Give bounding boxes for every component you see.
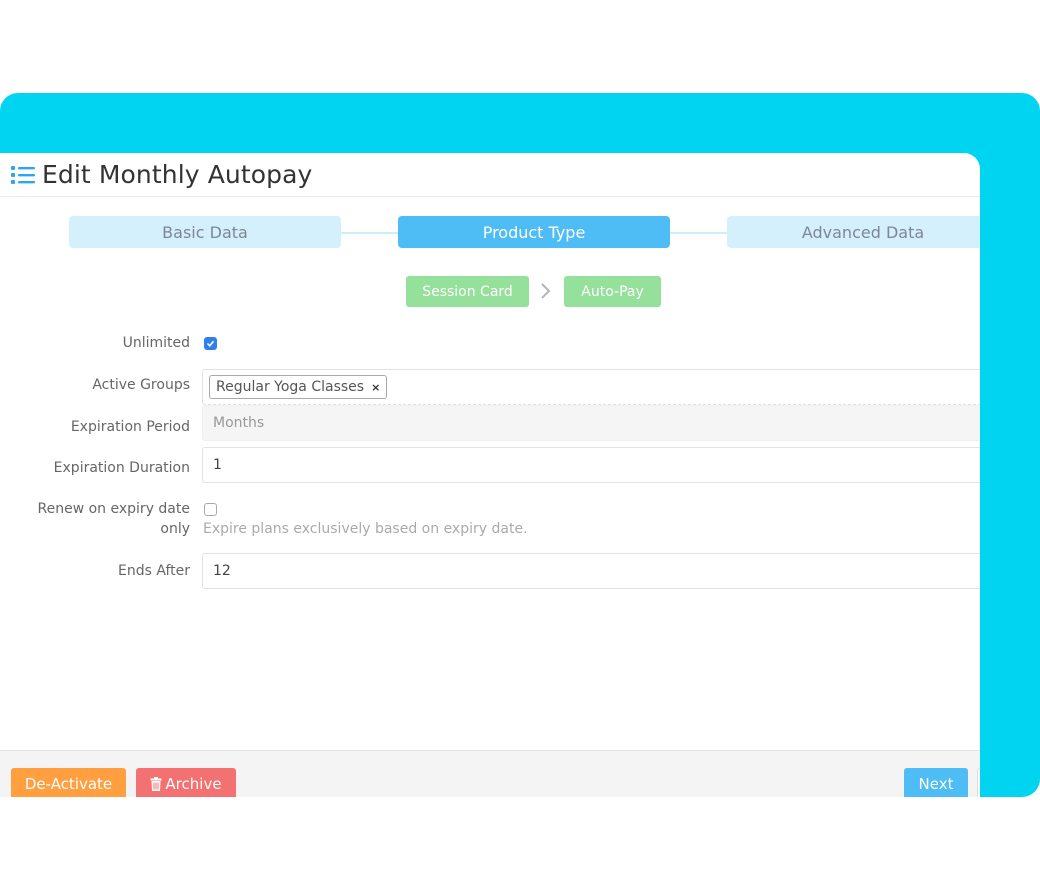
trash-icon: [150, 777, 162, 791]
card-footer: De-Activate Archive Next: [0, 750, 980, 797]
session-card-pill[interactable]: Session Card: [406, 276, 529, 307]
archive-button[interactable]: Archive: [136, 768, 236, 797]
edit-plan-card: Edit Monthly Autopay Basic Data Product …: [0, 153, 980, 797]
unlimited-label: Unlimited: [122, 335, 190, 351]
auto-pay-pill[interactable]: Auto-Pay: [564, 276, 661, 307]
step-advanced-data[interactable]: Advanced Data: [727, 216, 980, 248]
check-icon: [206, 340, 215, 348]
step-basic-data[interactable]: Basic Data: [69, 216, 341, 248]
renew-on-expiry-row: Renew on expiry date only Expire plans e…: [0, 501, 980, 541]
chevron-right-icon: [541, 283, 551, 299]
archive-label: Archive: [165, 775, 222, 793]
expiration-period-label: Expiration Period: [70, 419, 190, 435]
active-groups-input[interactable]: Regular Yoga Classes ×: [202, 369, 980, 405]
list-icon: [11, 165, 35, 184]
renew-help-text: Expire plans exclusively based on expiry…: [203, 521, 528, 537]
unlimited-checkbox[interactable]: [204, 337, 217, 350]
expiration-duration-row: Expiration Duration 1: [0, 447, 980, 489]
unlimited-row: Unlimited: [0, 325, 980, 361]
ends-after-label: Ends After: [118, 563, 190, 579]
group-tag: Regular Yoga Classes ×: [209, 375, 388, 399]
ends-after-row: Ends After 12: [0, 553, 980, 597]
expiration-duration-input[interactable]: 1: [202, 447, 980, 483]
page-title: Edit Monthly Autopay: [42, 160, 313, 189]
active-groups-row: Active Groups Regular Yoga Classes ×: [0, 369, 980, 405]
step-connector: [668, 232, 728, 234]
renew-label-line2: only: [160, 521, 190, 537]
active-groups-label: Active Groups: [92, 377, 190, 393]
product-path: Session Card Auto-Pay: [0, 276, 980, 308]
step-product-type[interactable]: Product Type: [398, 216, 670, 248]
expiration-duration-label: Expiration Duration: [53, 460, 190, 476]
group-tag-label: Regular Yoga Classes: [216, 379, 365, 395]
ends-after-input[interactable]: 12: [202, 553, 980, 589]
step-connector: [340, 232, 400, 234]
expiration-period-row: Expiration Period Months: [0, 405, 980, 447]
renew-label-line1: Renew on expiry date: [37, 501, 190, 517]
card-header: Edit Monthly Autopay: [0, 153, 980, 197]
secondary-button[interactable]: [977, 768, 980, 797]
next-button[interactable]: Next: [904, 768, 968, 797]
expiration-period-select: Months: [202, 405, 980, 441]
deactivate-button[interactable]: De-Activate: [11, 768, 126, 797]
remove-tag-icon[interactable]: ×: [371, 381, 380, 394]
wizard-steps: Basic Data Product Type Advanced Data: [0, 216, 980, 248]
renew-on-expiry-checkbox[interactable]: [204, 503, 217, 516]
